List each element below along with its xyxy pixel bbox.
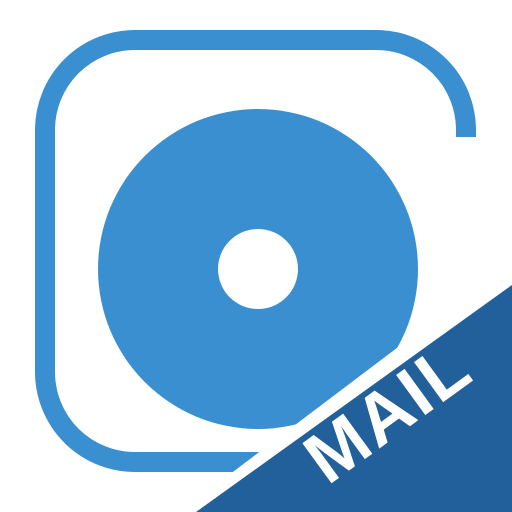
disc-center-hole [218, 229, 298, 309]
mail-app-icon[interactable]: MAIL [0, 0, 512, 512]
mail-app-icon-graphic: MAIL [35, 30, 512, 512]
